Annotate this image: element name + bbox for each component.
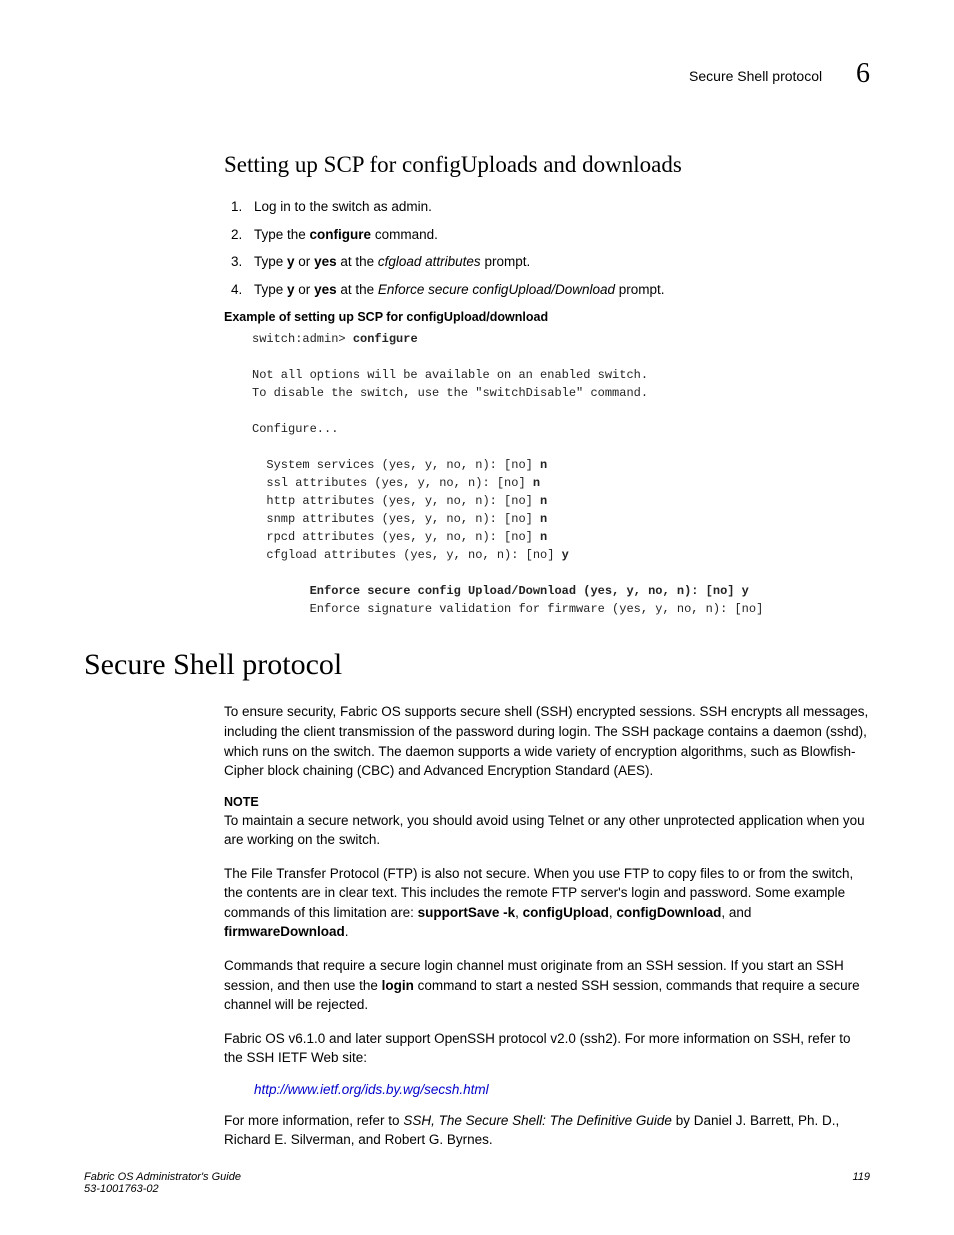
paragraph: Commands that require a secure login cha… [84,956,870,1015]
ietf-link[interactable]: http://www.ietf.org/ids.by.wg/secsh.html [254,1082,489,1097]
note-body: To maintain a secure network, you should… [84,811,870,850]
link-line: http://www.ietf.org/ids.by.wg/secsh.html [84,1082,870,1097]
page-footer: 119 Fabric OS Administrator's Guide 53-1… [84,1171,870,1195]
paragraph: The File Transfer Protocol (FTP) is also… [84,864,870,942]
footer-docnum: 53-1001763-02 [84,1183,870,1195]
step-3: Type y or yes at the cfgload attributes … [246,251,870,273]
example-heading: Example of setting up SCP for configUplo… [84,310,870,324]
page: Secure Shell protocol 6 Setting up SCP f… [0,0,954,1235]
chapter-number: 6 [856,58,870,90]
step-1: Log in to the switch as admin. [246,196,870,218]
page-number: 119 [852,1171,870,1183]
paragraph: Fabric OS v6.1.0 and later support OpenS… [84,1029,870,1068]
subsection-heading: Setting up SCP for configUploads and dow… [84,152,870,178]
section-heading: Secure Shell protocol [84,648,870,682]
header-section-title: Secure Shell protocol [689,68,822,84]
step-2: Type the configure command. [246,224,870,246]
paragraph: To ensure security, Fabric OS supports s… [84,702,870,780]
step-4: Type y or yes at the Enforce secure conf… [246,279,870,301]
note-label: NOTE [84,795,870,809]
paragraph: For more information, refer to SSH, The … [84,1111,870,1150]
footer-title: Fabric OS Administrator's Guide [84,1171,870,1183]
procedure-steps: Log in to the switch as admin. Type the … [84,196,870,300]
code-block: switch:admin> configure Not all options … [84,330,870,618]
page-header: Secure Shell protocol 6 [84,60,870,92]
